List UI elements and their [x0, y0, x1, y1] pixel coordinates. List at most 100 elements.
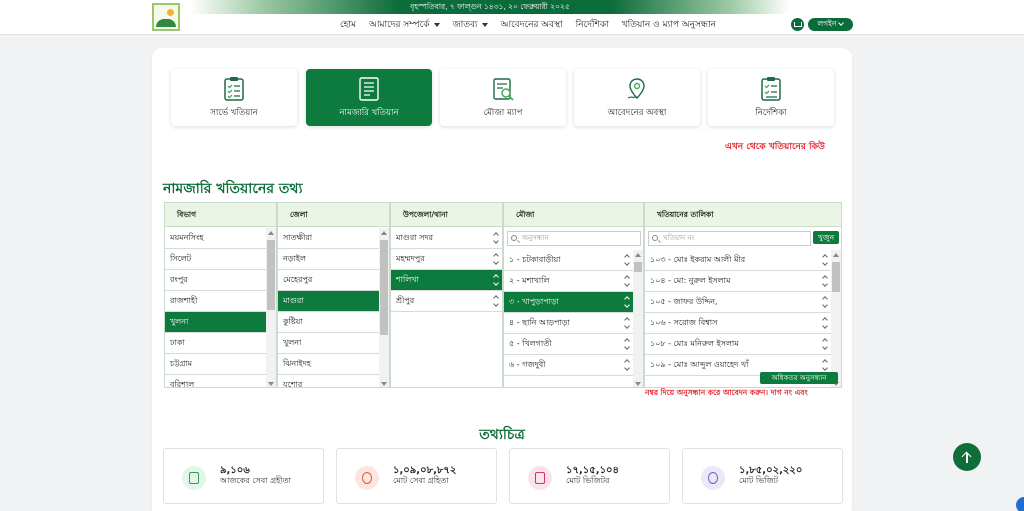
advanced-search-button[interactable]: অধিকতর অনুসন্ধান	[760, 372, 838, 384]
list-item[interactable]: নড়াইল	[278, 249, 389, 270]
list-item[interactable]: কুষ্টিয়া	[278, 312, 389, 333]
search-note: নম্বর দিয়ে অনুসন্ধান করে আবেদন করুন। দা…	[645, 388, 808, 397]
list-item[interactable]: ৬ - গজদুবী	[504, 355, 633, 376]
login-button[interactable]: লগইন	[808, 18, 853, 31]
item-label: ২ - মশাখালি	[509, 276, 550, 285]
cart-icon[interactable]	[791, 18, 804, 31]
list-item[interactable]: ৫ - খিলগাতী	[504, 334, 633, 355]
item-label: ৪ - ছানি আড়পাড়া	[509, 318, 570, 327]
mouza-list: ১ - চটকাবাড়ীয়া ২ - মশাখালি ৩ - খাপুড়া…	[504, 250, 633, 376]
item-label: ১০৫ - জাফর উদ্দিন,	[650, 297, 718, 306]
spin-arrows-icon	[822, 336, 829, 352]
scroll-thumb[interactable]	[832, 262, 840, 292]
list-item[interactable]: মহম্মদপুর	[391, 249, 502, 270]
item-label: শালিখা	[396, 275, 419, 284]
district-header: জেলা	[278, 203, 389, 227]
scrollbar[interactable]	[379, 228, 389, 387]
nav-home[interactable]: হোম	[340, 17, 356, 32]
login-label: লগইন	[817, 18, 837, 28]
list-item[interactable]: ১০৬ - সরোজ বিশ্বাস	[645, 313, 831, 334]
khatian-search-input[interactable]: খতিয়ান নং	[648, 231, 811, 246]
list-item-selected[interactable]: খুলনা	[165, 312, 276, 333]
search-icon	[511, 235, 517, 241]
scroll-thumb[interactable]	[380, 240, 388, 335]
search-icon	[652, 235, 658, 241]
item-label: বরিশাল	[170, 380, 195, 388]
list-item[interactable]: ১ - চটকাবাড়ীয়া	[504, 250, 633, 271]
list-item[interactable]: ৪ - ছানি আড়পাড়া	[504, 313, 633, 334]
list-item[interactable]: ১০৪ - মো: নুরুল ইসলাম	[645, 271, 831, 292]
item-label: ঢাকা	[170, 338, 185, 347]
nav-application-status[interactable]: আবেদনের অবস্থা	[501, 17, 563, 32]
division-header: বিভাগ	[165, 203, 276, 227]
scrollbar[interactable]	[831, 250, 841, 387]
search-placeholder: অনুসন্ধান	[522, 234, 549, 242]
list-item[interactable]: চট্টগ্রাম	[165, 354, 276, 375]
item-label: ১ - চটকাবাড়ীয়া	[509, 255, 561, 264]
service-guidelines[interactable]: নির্দেশিকা	[708, 69, 834, 126]
item-label: মহম্মদপুর	[396, 254, 425, 263]
list-item[interactable]: ঝিনাইদহ	[278, 354, 389, 375]
list-item[interactable]: সিলেট	[165, 249, 276, 270]
list-item[interactable]: যশোর	[278, 375, 389, 388]
list-item[interactable]: সাতক্ষীরা	[278, 228, 389, 249]
nav-about[interactable]: আমাদের সম্পর্কে	[369, 17, 440, 32]
item-label: ৫ - খিলগাতী	[509, 339, 552, 348]
spin-arrows-icon	[493, 230, 500, 246]
scrollbar[interactable]	[266, 228, 276, 387]
item-label: মাগুরা	[283, 296, 304, 305]
list-item[interactable]: ১০৫ - জাফর উদ্দিন,	[645, 292, 831, 313]
list-item-selected[interactable]: ৩ - খাপুড়াপাড়া	[504, 292, 633, 313]
scroll-down-icon	[381, 382, 387, 386]
list-item[interactable]: ময়মনসিংহ	[165, 228, 276, 249]
service-application-status[interactable]: আবেদনের অবস্থা	[574, 69, 700, 126]
stat-card-visitors: ১৭,১৫,১০৪ মোট ভিজিটর	[509, 448, 670, 504]
list-item[interactable]: ঢাকা	[165, 333, 276, 354]
scroll-to-top-button[interactable]	[953, 443, 981, 471]
news-marquee[interactable]: এখন থেকে খতিয়ানের কিউ	[725, 139, 843, 154]
stat-label: মোট ভিজিট	[739, 476, 778, 485]
scrollbar[interactable]	[633, 250, 643, 387]
spin-arrows-icon	[822, 357, 829, 373]
scroll-thumb[interactable]	[267, 240, 275, 310]
spin-arrows-icon	[624, 273, 631, 289]
nav-guidelines[interactable]: নির্দেশিকা	[576, 17, 609, 32]
list-item[interactable]: বরিশাল	[165, 375, 276, 388]
stat-card-today: ৯,১০৬ আজকের সেবা গ্রহীতা	[163, 448, 324, 504]
khatian-find-button[interactable]: খুজুন	[813, 231, 839, 244]
item-label: চট্টগ্রাম	[170, 359, 193, 368]
nav-info[interactable]: জাতব্য	[453, 17, 488, 32]
service-label: আবেদনের অবস্থা	[607, 108, 667, 118]
list-item[interactable]: ১০৩ - মোঃ ইকরাম আলী মীর	[645, 250, 831, 271]
service-mouza-map[interactable]: মৌজা ম্যাপ	[440, 69, 566, 126]
list-item[interactable]: মাগুরা সদর	[391, 228, 502, 249]
list-item-selected[interactable]: মাগুরা	[278, 291, 389, 312]
list-item[interactable]: শ্রীপুর	[391, 291, 502, 312]
site-logo[interactable]	[152, 3, 180, 31]
khatian-header: খতিয়ানের তালিকা	[645, 203, 841, 227]
service-mutation-khatian[interactable]: নামজারি খতিয়ান	[306, 69, 432, 126]
mouza-search-input[interactable]: অনুসন্ধান	[507, 231, 641, 246]
item-label: ১০৯ - মোঃ আব্দুল ওয়াহেদ খাঁ	[650, 360, 749, 369]
list-item[interactable]: রাজশাহী	[165, 291, 276, 312]
date-text: বৃহস্পতিবার, ৭ ফাল্গুন ১৪৩১, ২০ ফেব্রুয়…	[410, 2, 570, 11]
upazila-header: উপজেলা/থানা	[391, 203, 502, 227]
item-label: ১০৮ - মোঃ মনিরুল ইসলাম	[650, 339, 739, 348]
list-item[interactable]: খুলনা	[278, 333, 389, 354]
list-item[interactable]: ১০৮ - মোঃ মনিরুল ইসলাম	[645, 334, 831, 355]
item-label: যশোর	[283, 380, 303, 388]
scroll-down-icon	[635, 382, 641, 386]
chat-widget-icon[interactable]	[1016, 497, 1024, 511]
service-survey-khatian[interactable]: সার্ভে খতিয়ান	[171, 69, 297, 126]
list-item[interactable]: ২ - মশাখালি	[504, 271, 633, 292]
stat-label: মোট ভিজিটর	[566, 476, 610, 485]
scroll-thumb[interactable]	[634, 262, 642, 272]
section-title: নামজারি খতিয়ানের তথ্য	[163, 181, 303, 197]
list-item-selected[interactable]: শালিখা	[391, 270, 502, 291]
caret-down-icon	[433, 22, 440, 27]
list-item[interactable]: মেহেরপুর	[278, 270, 389, 291]
nav-khatian-search[interactable]: খতিয়ান ও ম্যাপ অনুসন্ধান	[622, 17, 716, 32]
list-item[interactable]: রংপুর	[165, 270, 276, 291]
chevron-down-icon	[838, 20, 845, 26]
mouza-column: মৌজা অনুসন্ধান ১ - চটকাবাড়ীয়া ২ - মশাখ…	[503, 202, 644, 388]
